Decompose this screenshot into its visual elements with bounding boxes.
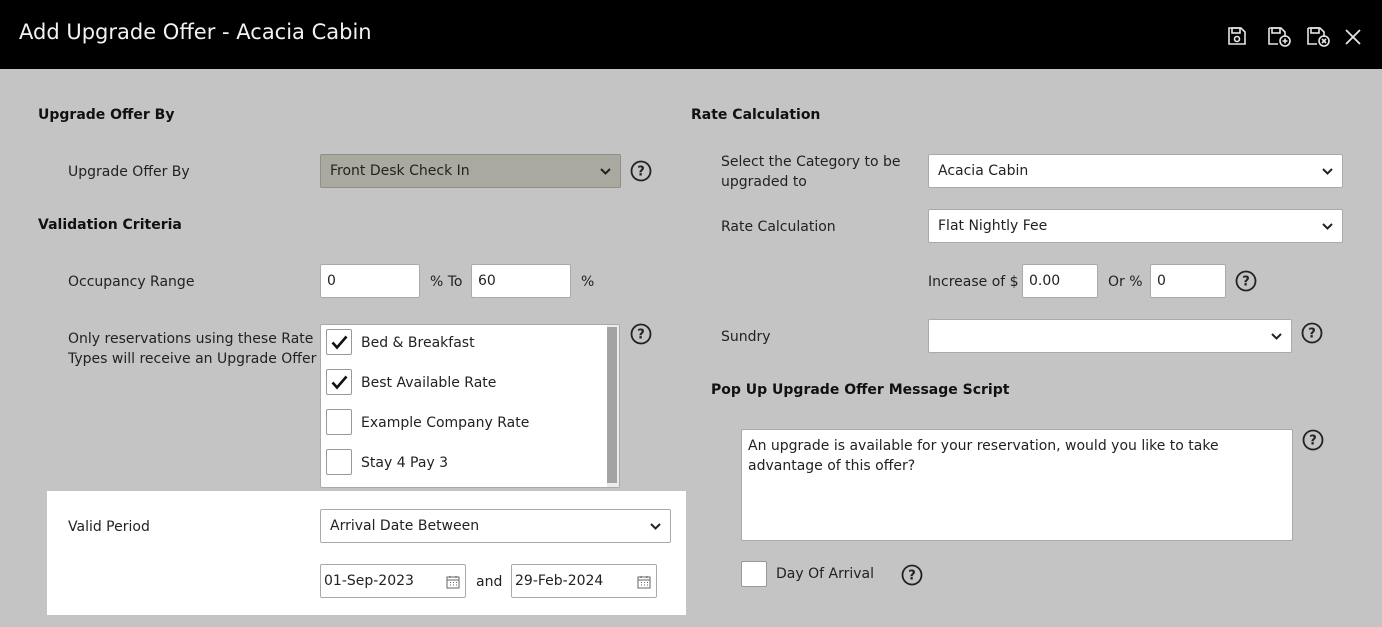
save-and-close-icon[interactable] — [1305, 25, 1331, 47]
checkbox[interactable] — [326, 409, 352, 435]
help-icon[interactable]: ? — [630, 323, 652, 345]
checkbox[interactable] — [326, 369, 352, 395]
svg-text:?: ? — [1308, 327, 1316, 342]
rate-calculation-value: Flat Nightly Fee — [938, 218, 1048, 234]
rate-calculation-label: Rate Calculation — [721, 219, 836, 235]
day-of-arrival-checkbox[interactable] — [741, 561, 767, 587]
valid-period-value: Arrival Date Between — [330, 518, 480, 534]
checkbox[interactable] — [326, 449, 352, 475]
sundry-select[interactable] — [928, 319, 1292, 353]
rate-types-label-line-1: Only reservations using these Rate — [68, 331, 314, 347]
valid-period-select[interactable]: Arrival Date Between — [320, 509, 671, 543]
popup-message-section-title: Pop Up Upgrade Offer Message Script — [711, 382, 1010, 398]
calendar-icon[interactable] — [446, 575, 460, 589]
checkmark-icon — [331, 375, 348, 390]
help-icon[interactable]: ? — [1235, 270, 1257, 292]
increase-label: Increase of $ — [928, 274, 1019, 290]
title-bar: Add Upgrade Offer - Acacia Cabin — [0, 0, 1382, 69]
occupancy-to-input[interactable]: 60 — [471, 264, 571, 298]
list-item-label: Example Company Rate — [361, 415, 530, 431]
chevron-down-icon — [650, 523, 661, 530]
list-item-label: Bed & Breakfast — [361, 335, 475, 351]
save-icon[interactable] — [1226, 25, 1248, 47]
upgrade-offer-value: Front Desk Check In — [330, 163, 470, 179]
date-to-value: 29-Feb-2024 — [515, 573, 604, 589]
chevron-down-icon — [1322, 168, 1333, 175]
chevron-down-icon — [600, 168, 611, 175]
rate-calculation-section-title: Rate Calculation — [691, 107, 821, 123]
list-item-label: Stay 4 Pay 3 — [361, 455, 449, 471]
sundry-label: Sundry — [721, 329, 771, 345]
svg-text:?: ? — [637, 328, 645, 343]
category-value: Acacia Cabin — [938, 163, 1029, 179]
list-item-label: Best Available Rate — [361, 375, 497, 391]
increase-percent-input[interactable]: 0 — [1150, 264, 1226, 298]
upgrade-offer-label: Upgrade Offer By — [68, 164, 190, 180]
rate-calculation-select[interactable]: Flat Nightly Fee — [928, 209, 1343, 243]
help-icon[interactable]: ? — [1302, 429, 1324, 451]
occupancy-to-text: % To — [430, 274, 463, 290]
checkmark-icon — [331, 335, 348, 350]
svg-text:?: ? — [1242, 275, 1250, 290]
occupancy-from-input[interactable]: 0 — [320, 264, 420, 298]
svg-text:?: ? — [1309, 434, 1317, 449]
chevron-down-icon — [1322, 223, 1333, 230]
occupancy-percent-text: % — [581, 274, 595, 290]
svg-text:?: ? — [637, 165, 645, 180]
category-select[interactable]: Acacia Cabin — [928, 154, 1343, 188]
day-of-arrival-label: Day Of Arrival — [776, 566, 874, 582]
popup-message-textarea[interactable]: An upgrade is available for your reserva… — [741, 429, 1293, 541]
valid-period-label: Valid Period — [68, 519, 150, 535]
date-from-input[interactable]: 01-Sep-2023 — [320, 564, 466, 598]
category-label-line-1: Select the Category to be — [721, 154, 901, 170]
upgrade-offer-select[interactable]: Front Desk Check In — [320, 154, 621, 188]
scrollbar-track[interactable] — [607, 325, 619, 487]
rate-types-label-line-2: Types will receive an Upgrade Offer — [68, 351, 317, 367]
scrollbar-thumb[interactable] — [607, 327, 617, 483]
close-icon[interactable] — [1344, 25, 1362, 47]
or-percent-label: Or % — [1108, 274, 1143, 290]
date-from-value: 01-Sep-2023 — [324, 573, 414, 589]
help-icon[interactable]: ? — [901, 564, 923, 586]
checkbox[interactable] — [326, 329, 352, 355]
upgrade-offer-section-title: Upgrade Offer By — [38, 107, 175, 123]
and-text: and — [476, 574, 503, 590]
date-to-input[interactable]: 29-Feb-2024 — [511, 564, 657, 598]
occupancy-range-label: Occupancy Range — [68, 274, 195, 290]
window-title: Add Upgrade Offer - Acacia Cabin — [19, 20, 372, 44]
rate-types-listbox[interactable]: Bed & Breakfast Best Available Rate Exam… — [320, 324, 620, 488]
help-icon[interactable]: ? — [630, 160, 652, 182]
chevron-down-icon — [1271, 333, 1282, 340]
svg-text:?: ? — [908, 569, 916, 584]
validation-section-title: Validation Criteria — [38, 217, 182, 233]
calendar-icon[interactable] — [637, 575, 651, 589]
save-and-new-icon[interactable] — [1266, 25, 1292, 47]
category-label-line-2: upgraded to — [721, 174, 807, 190]
help-icon[interactable]: ? — [1301, 322, 1323, 344]
increase-amount-input[interactable]: 0.00 — [1022, 264, 1098, 298]
